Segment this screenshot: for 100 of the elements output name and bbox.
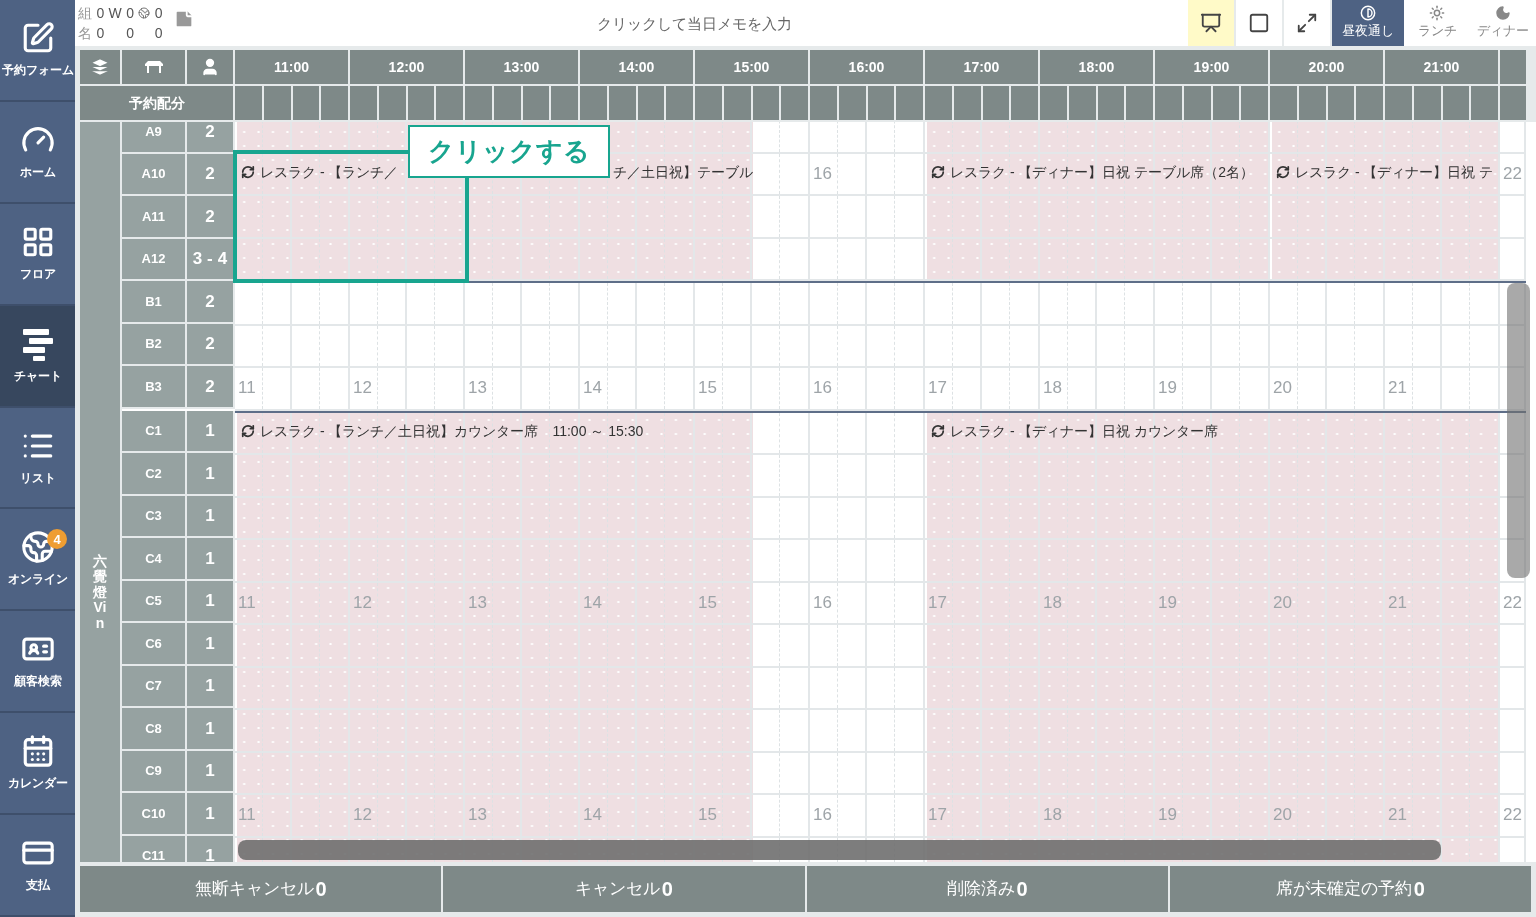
time-slot-cell[interactable]: [867, 86, 897, 122]
toolbar-button[interactable]: [1236, 0, 1282, 46]
hour-label: 18: [1043, 805, 1062, 825]
table-name-cell: B3: [122, 366, 187, 409]
reservation-label[interactable]: チ／土日祝】テーブル: [612, 161, 753, 182]
time-slot-cell[interactable]: [1040, 86, 1069, 122]
time-slot-cell[interactable]: [953, 86, 983, 122]
hour-label: 13: [468, 805, 487, 825]
capacity-cell: 1: [187, 835, 235, 862]
hour-label: 21: [1388, 805, 1407, 825]
table-name-cell: C6: [122, 623, 187, 666]
time-slot-cell[interactable]: [982, 86, 1012, 122]
time-slot-cell[interactable]: [407, 86, 437, 122]
table-name-cell: C7: [122, 665, 187, 708]
time-slot-cell[interactable]: [321, 86, 350, 122]
footer-button[interactable]: 席が未確定の予約0: [1169, 866, 1531, 912]
time-slot-cell[interactable]: [465, 86, 494, 122]
reservation-label[interactable]: レスラク - 【ディナー】日祝 テ: [1295, 161, 1494, 182]
footer-button[interactable]: キャンセル0: [443, 866, 805, 912]
allocation-header: 予約配分: [80, 86, 235, 122]
hour-label: 20: [1273, 592, 1292, 613]
layers-icon[interactable]: [90, 57, 110, 77]
toolbar-button[interactable]: [1284, 0, 1330, 46]
capacity-cell: 1: [187, 453, 235, 496]
area-label-column: 六覺燈Vin: [80, 122, 122, 862]
time-slot-cell[interactable]: [378, 86, 408, 122]
hour-label: 14: [583, 592, 602, 613]
time-slot-cell[interactable]: [666, 86, 695, 122]
refresh-icon: [931, 164, 945, 179]
hour-label: 15: [698, 805, 717, 825]
mode-tab[interactable]: ランチ: [1404, 0, 1470, 46]
time-slot-cell[interactable]: [1413, 86, 1443, 122]
sun-icon: [1429, 5, 1445, 22]
time-slot-cell[interactable]: [608, 86, 638, 122]
hour-label: 19: [1158, 805, 1177, 825]
time-slot-cell[interactable]: [1356, 86, 1385, 122]
hour-header: 13:00: [465, 50, 580, 86]
hour-header: 16:00: [810, 50, 925, 86]
time-slot-cell[interactable]: [723, 86, 753, 122]
time-slot-cell[interactable]: [838, 86, 868, 122]
presentation-icon: [1200, 12, 1222, 34]
time-slot-cell[interactable]: [551, 86, 580, 122]
time-slot-cell[interactable]: [781, 86, 810, 122]
time-slot-cell[interactable]: [752, 86, 782, 122]
time-slot-cell[interactable]: [235, 86, 264, 122]
count-value: 0: [96, 4, 106, 23]
memo-field[interactable]: クリックして当日メモを入力: [201, 0, 1188, 46]
time-slot-cell[interactable]: [580, 86, 609, 122]
hour-label: 12: [353, 378, 372, 398]
footer-button[interactable]: 無断キャンセル0: [80, 866, 442, 912]
time-slot-cell[interactable]: [1270, 86, 1299, 122]
time-slot-cell[interactable]: [436, 86, 465, 122]
time-slot-cell[interactable]: [810, 86, 839, 122]
time-slot-cell[interactable]: [896, 86, 925, 122]
hour-label: 17: [928, 592, 947, 613]
time-slot-cell[interactable]: [1126, 86, 1155, 122]
count-value: 0: [126, 24, 135, 43]
table-name-cell: C11: [122, 835, 187, 862]
time-slot-cell[interactable]: [522, 86, 552, 122]
time-slot-cell[interactable]: [292, 86, 322, 122]
reservation-label[interactable]: レスラク - 【ランチ／土日祝】カウンター席 11:00 ～ 15:30: [260, 420, 644, 441]
time-slot-cell[interactable]: [1298, 86, 1328, 122]
time-slot-cell[interactable]: [1011, 86, 1040, 122]
hour-label: 14: [583, 805, 602, 825]
time-slot-cell[interactable]: [1327, 86, 1357, 122]
hour-label: 22: [1503, 163, 1522, 184]
time-slot-cell[interactable]: [925, 86, 954, 122]
hour-header: 21:00: [1385, 50, 1500, 86]
note-icon[interactable]: [173, 8, 195, 30]
time-slot-cell[interactable]: [637, 86, 667, 122]
mode-tab[interactable]: ディナー: [1470, 0, 1536, 46]
time-slot-cell[interactable]: [1155, 86, 1184, 122]
time-slot-cell[interactable]: [350, 86, 379, 122]
time-slot-cell[interactable]: [1442, 86, 1472, 122]
time-slot-cell[interactable]: [1241, 86, 1270, 122]
sidebar-item[interactable]: チャート: [0, 305, 75, 408]
hour-label: 21: [1388, 592, 1407, 613]
horizontal-scrollbar[interactable]: [238, 840, 1441, 860]
mode-tab[interactable]: 昼夜通し: [1332, 0, 1404, 46]
time-slot-cell[interactable]: [1097, 86, 1127, 122]
reservation-label[interactable]: レスラク - 【ランチ／: [260, 161, 399, 182]
toolbar-button[interactable]: [1188, 0, 1234, 46]
time-slot-cell[interactable]: [1068, 86, 1098, 122]
time-slot-cell[interactable]: [493, 86, 523, 122]
hour-label: 18: [1043, 592, 1062, 613]
reservation-label[interactable]: レスラク - 【ディナー】日祝 カウンター席: [950, 420, 1219, 441]
time-slot-cell[interactable]: [1385, 86, 1414, 122]
footer-button[interactable]: 削除済み0: [806, 866, 1168, 912]
time-slot-cell[interactable]: [695, 86, 724, 122]
time-slot-cell[interactable]: [1471, 86, 1500, 122]
time-slot-cell[interactable]: [1183, 86, 1213, 122]
vertical-scrollbar[interactable]: [1507, 283, 1530, 578]
callout-label: クリックする: [408, 125, 610, 178]
person-icon[interactable]: [200, 57, 220, 77]
time-slot-cell[interactable]: [1212, 86, 1242, 122]
time-slot-cell[interactable]: [263, 86, 293, 122]
hour-label: 11: [238, 805, 256, 825]
capacity-cell: 2: [187, 196, 235, 239]
time-slot-cell[interactable]: [1500, 86, 1526, 122]
reservation-label[interactable]: レスラク - 【ディナー】日祝 テーブル席（2名）: [950, 161, 1255, 182]
